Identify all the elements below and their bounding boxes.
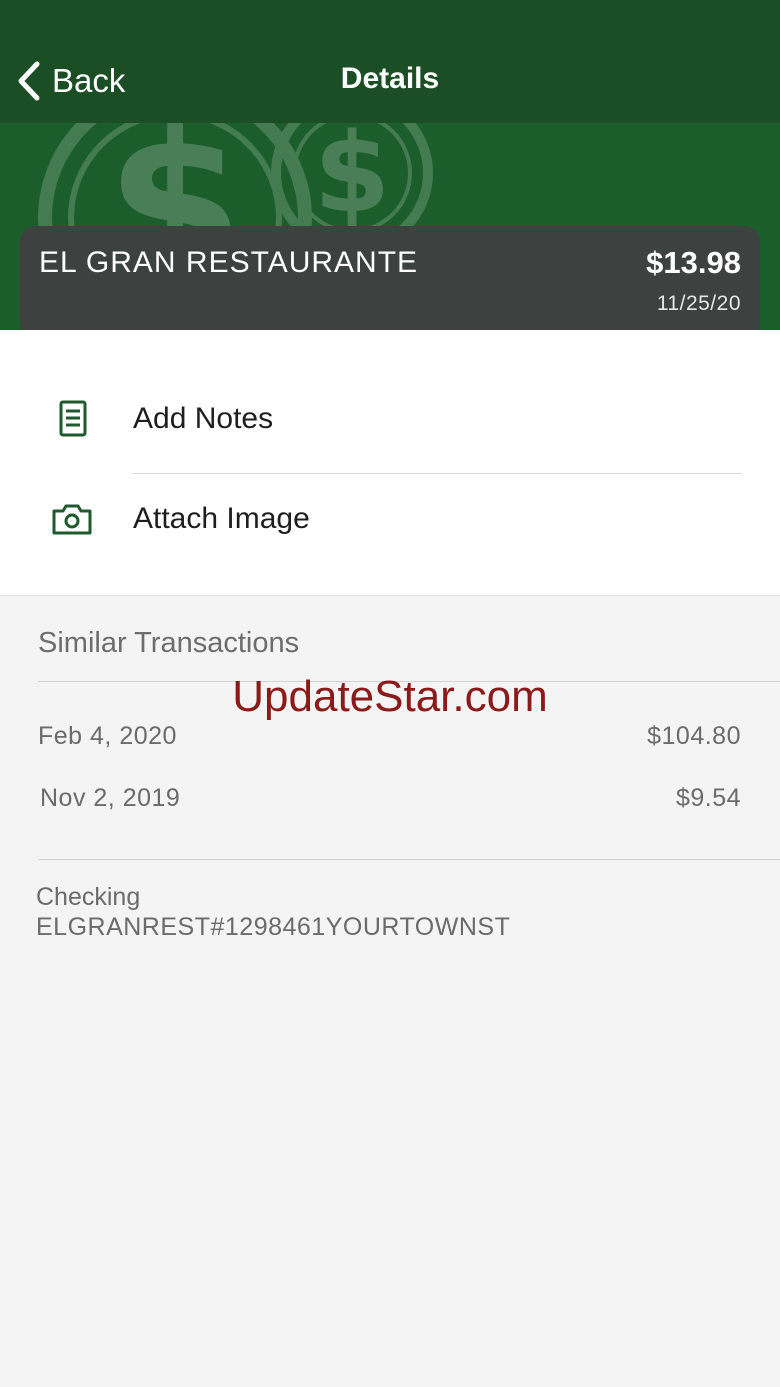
transaction-card: EL GRAN RESTAURANTE $13.98 11/25/20 [20,226,760,339]
camera-icon [52,504,92,535]
attach-image-label: Attach Image [133,502,310,535]
watermark-text: UpdateStar.com [232,672,548,721]
divider [132,473,742,474]
add-notes-button[interactable]: Add Notes [0,375,780,465]
actions-list: Add Notes Attach Image [0,330,780,596]
svg-text:$: $ [314,123,391,237]
attach-image-button[interactable]: Attach Image [0,475,780,565]
add-notes-label: Add Notes [133,402,274,435]
divider [38,859,780,860]
transaction-date: 11/25/20 [656,292,741,315]
navigation-bar: Back Details [0,0,780,123]
similar-transaction-date: Nov 2, 2019 [40,784,181,812]
transaction-description: ELGRANREST#1298461YOURTOWNST [36,913,511,941]
similar-transactions-title: Similar Transactions [38,627,300,659]
similar-transaction-amount: $9.54 [675,784,741,812]
transaction-amount: $13.98 [646,245,741,280]
similar-transaction-date: Feb 4, 2020 [38,722,177,750]
merchant-name: EL GRAN RESTAURANTE [39,246,419,279]
similar-transaction-amount: $104.80 [647,722,741,750]
account-name: Checking [36,883,141,911]
page-title: Details [340,62,440,95]
notes-icon [59,400,87,437]
similar-transaction-row[interactable]: Feb 4, 2020 $104.80 [38,722,741,758]
similar-transaction-row[interactable]: Nov 2, 2019 $9.54 [40,784,741,820]
